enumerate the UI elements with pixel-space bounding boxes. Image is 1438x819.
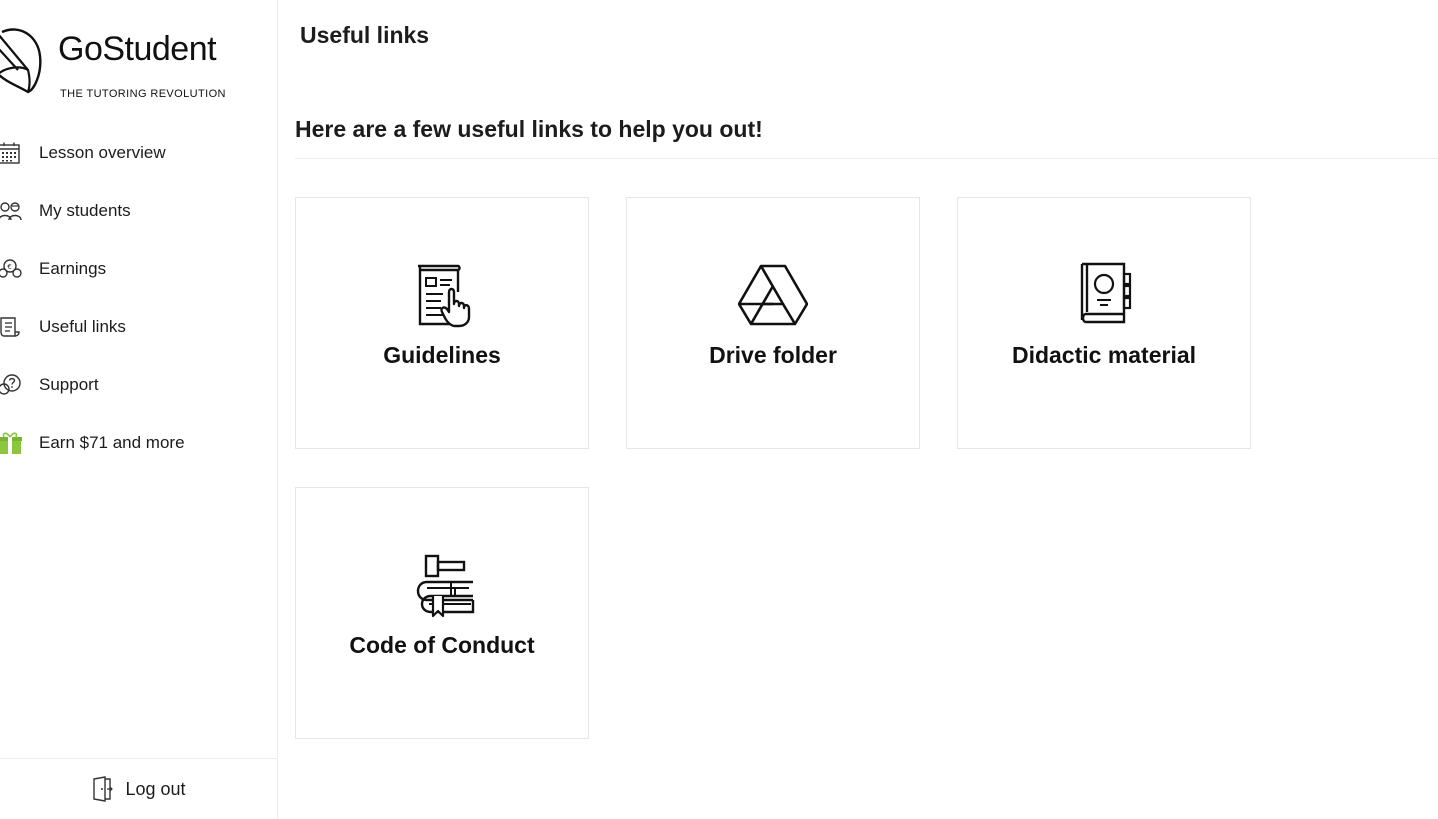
students-icon xyxy=(0,202,22,221)
card-label: Didactic material xyxy=(1011,342,1197,368)
card-didactic-material[interactable]: Didactic material xyxy=(957,197,1251,449)
sidebar-item-useful-links[interactable]: Useful links xyxy=(0,298,277,356)
brand-tagline: THE TUTORING REVOLUTION xyxy=(60,88,226,100)
sidebar-item-earnings[interactable]: € Earnings xyxy=(0,240,277,298)
sidebar: GoStudent THE TUTORING REVOLUTION Lesson… xyxy=(0,0,278,819)
brand-name: GoStudent xyxy=(58,30,217,68)
sidebar-item-earn-referral[interactable]: Earn $71 and more xyxy=(0,414,277,472)
sidebar-item-label: Support xyxy=(39,375,99,394)
coins-icon: € xyxy=(0,259,22,278)
logout-button[interactable]: Log out xyxy=(0,758,277,819)
sidebar-item-label: Useful links xyxy=(39,317,126,336)
sidebar-item-support[interactable]: Support xyxy=(0,356,277,414)
sidebar-item-my-students[interactable]: My students xyxy=(0,182,277,240)
card-code-of-conduct[interactable]: Code of Conduct xyxy=(295,487,589,739)
gift-icon xyxy=(0,432,22,454)
divider xyxy=(295,158,1438,159)
card-drive-folder[interactable]: Drive folder xyxy=(626,197,920,449)
question-bubble-icon xyxy=(0,374,21,395)
door-exit-icon xyxy=(93,776,114,802)
sidebar-nav: Lesson overview My students € Earnings U… xyxy=(0,124,277,472)
document-pointer-icon xyxy=(418,264,471,328)
sidebar-item-label: Earn $71 and more xyxy=(39,433,185,452)
svg-text:€: € xyxy=(7,263,11,271)
logo-mark-icon xyxy=(0,28,42,94)
sidebar-item-label: My students xyxy=(39,201,131,220)
card-label: Drive folder xyxy=(709,342,837,368)
sidebar-item-label: Lesson overview xyxy=(39,143,166,162)
app-root: GoStudent THE TUTORING REVOLUTION Lesson… xyxy=(0,0,1438,819)
sidebar-item-label: Earnings xyxy=(39,259,107,278)
scroll-icon xyxy=(0,317,20,337)
card-guidelines[interactable]: Guidelines xyxy=(295,197,589,449)
page-title: Useful links xyxy=(300,22,430,48)
main-content: Useful links Here are a few useful links… xyxy=(278,0,1438,819)
card-label: Code of Conduct xyxy=(349,632,535,658)
section-heading: Here are a few useful links to help you … xyxy=(295,116,763,142)
card-label: Guidelines xyxy=(383,342,501,368)
sidebar-item-lesson-overview[interactable]: Lesson overview xyxy=(0,124,277,182)
book-icon xyxy=(1080,262,1132,324)
gavel-book-icon xyxy=(416,554,475,618)
calendar-icon xyxy=(0,142,20,164)
drive-icon xyxy=(738,264,808,326)
logout-label: Log out xyxy=(125,778,186,799)
gostudent-logo[interactable]: GoStudent THE TUTORING REVOLUTION xyxy=(0,26,240,106)
